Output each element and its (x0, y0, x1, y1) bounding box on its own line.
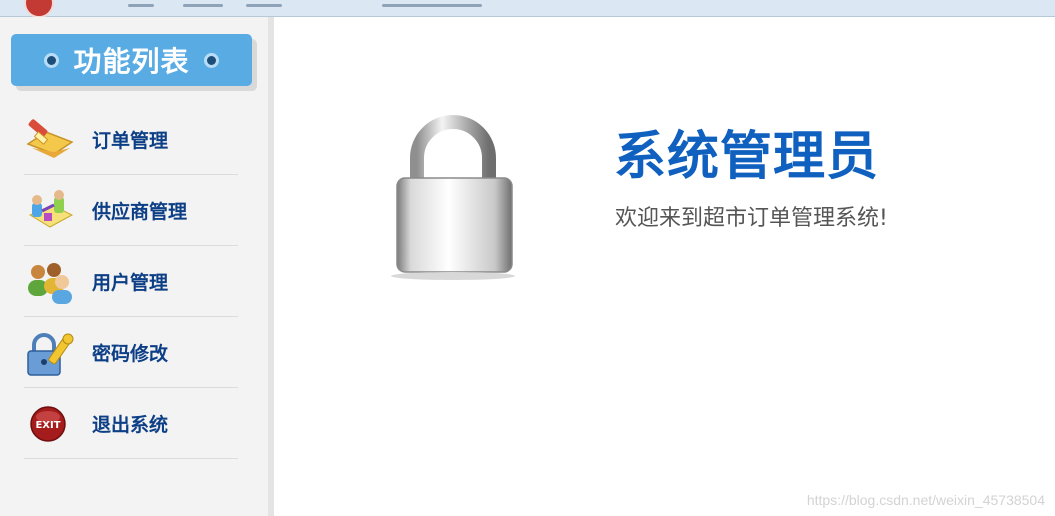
sidebar-item-label: 用户管理 (92, 272, 169, 294)
function-menu: 订单管理 供应商管理 用户管理 密码修改 EXIT 退出系统 (24, 104, 238, 459)
function-list-title: 功能列表 (73, 45, 190, 78)
logo (24, 0, 54, 18)
order-pencil-icon (26, 119, 74, 158)
sidebar-item-users[interactable]: 用户管理 (24, 246, 238, 317)
sidebar-item-password[interactable]: 密码修改 (24, 317, 238, 388)
supplier-icon (28, 190, 74, 228)
exit-icon: EXIT (30, 406, 66, 442)
users-icon (28, 263, 72, 304)
header-link-stub[interactable] (246, 4, 282, 7)
watermark: https://blog.csdn.net/weixin_45738504 (806, 492, 1045, 508)
sidebar-item-label: 供应商管理 (92, 201, 188, 223)
sidebar: 功能列表 订单管理 供应商管理 用户管理 密码修改 EXIT 退出系统 (0, 17, 274, 516)
sidebar-item-label: 退出系统 (92, 414, 169, 436)
top-header (0, 0, 1055, 18)
role-title: 系统管理员 (614, 127, 880, 187)
svg-text:EXIT: EXIT (35, 420, 60, 431)
password-lock-icon (27, 333, 74, 376)
sidebar-item-label: 密码修改 (92, 343, 169, 365)
function-list-header: 功能列表 (11, 34, 252, 86)
sidebar-item-label: 订单管理 (92, 130, 169, 152)
sidebar-item-exit[interactable]: EXIT 退出系统 (24, 388, 238, 459)
padlock-icon (391, 115, 515, 280)
header-link-stub[interactable] (128, 4, 154, 7)
header-link-stub[interactable] (183, 4, 223, 7)
bullet-icon (44, 52, 60, 68)
welcome-message: 欢迎来到超市订单管理系统! (615, 206, 888, 231)
header-link-stub[interactable] (382, 4, 482, 7)
sidebar-item-suppliers[interactable]: 供应商管理 (24, 175, 238, 246)
bullet-icon (203, 52, 219, 68)
sidebar-item-orders[interactable]: 订单管理 (24, 104, 238, 175)
